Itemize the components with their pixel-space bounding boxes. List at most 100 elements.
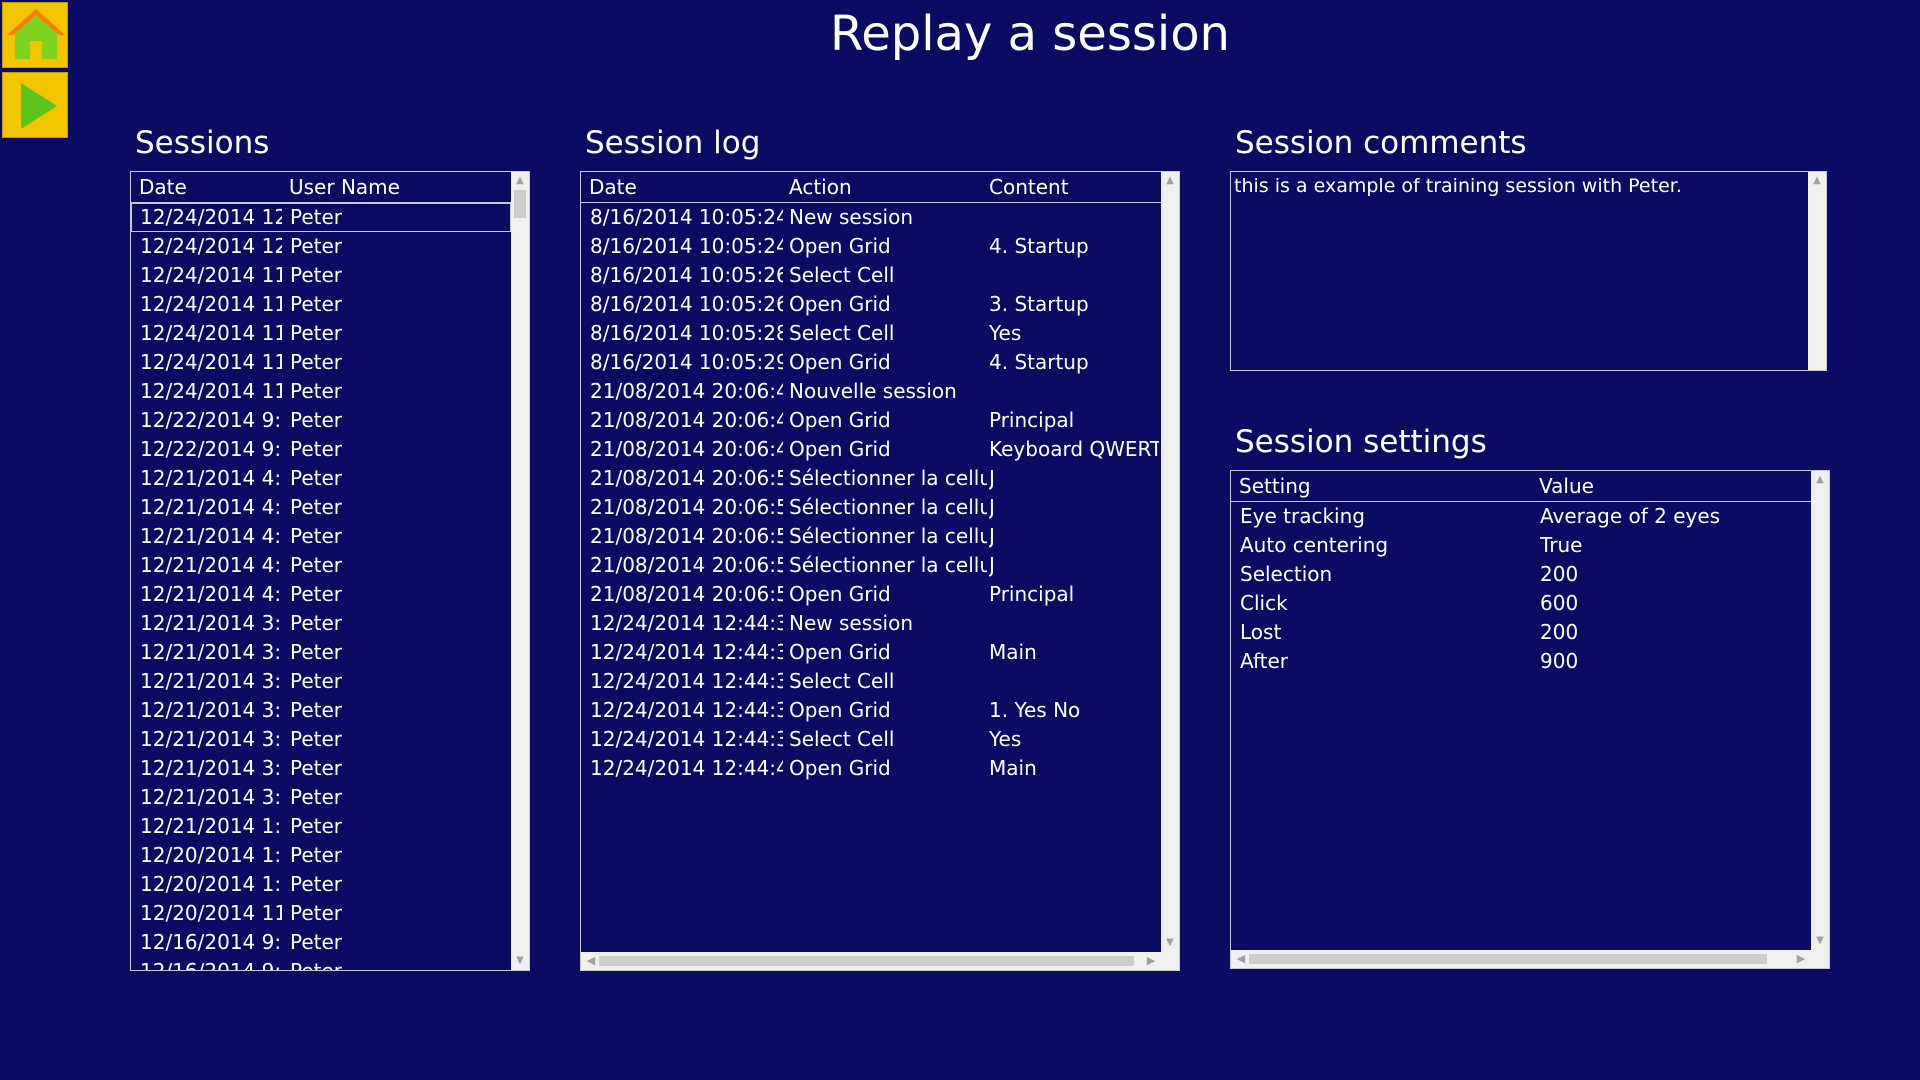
session-log-vertical-scrollbar[interactable]: ▲ ▼ [1161,172,1179,952]
session-settings-list[interactable]: Setting Value Eye tracking Average of 2 e… [1230,470,1830,969]
list-cell: Sélectionner la cellule [789,553,987,577]
scroll-down-arrow-icon[interactable]: ▼ [511,954,529,968]
list-cell: 12/21/2014 3:40 [140,698,282,722]
list-row[interactable]: 21/08/2014 20:06:48 Open Grid Keyboard QWE… [581,435,1161,464]
list-row[interactable]: 12/16/2014 9:16 Peter [131,957,511,971]
list-cell: Peter [290,553,343,577]
list-row[interactable]: 12/24/2014 11:2 Peter [131,261,511,290]
list-row[interactable]: Lost 200 [1231,618,1811,647]
list-row[interactable]: After 900 [1231,647,1811,676]
sessions-list[interactable]: Date User Name 12/24/2014 12:4Peter12/24… [130,171,530,971]
list-cell: Peter [290,263,343,287]
list-row[interactable]: 12/21/2014 3:45 Peter [131,667,511,696]
list-row[interactable]: 21/08/2014 20:06:47 Open Grid Principal [581,406,1161,435]
list-row[interactable]: 12/21/2014 3:39 Peter [131,725,511,754]
list-row[interactable]: 12/21/2014 4:36 Peter [131,551,511,580]
list-row[interactable]: 12/20/2014 11:1 Peter [131,899,511,928]
list-row[interactable]: 12/21/2014 3:40 Peter [131,696,511,725]
scroll-up-arrow-icon[interactable]: ▲ [511,174,529,188]
scroll-right-arrow-icon[interactable]: ▶ [1143,952,1159,970]
column-header-user-name[interactable]: User Name [289,172,400,202]
list-row[interactable]: 8/16/2014 10:05:26 PSelect Cell [581,261,1161,290]
session-log-horizontal-scrollbar[interactable]: ◀ ▶ [581,952,1161,970]
list-row[interactable]: 12/24/2014 12:44:31 Open Grid Main [581,638,1161,667]
scroll-up-arrow-icon[interactable]: ▲ [1808,174,1826,188]
session-settings-horizontal-scrollbar[interactable]: ◀ ▶ [1231,950,1811,968]
list-row[interactable]: 12/21/2014 3:47 Peter [131,638,511,667]
list-row[interactable]: 12/24/2014 11:2 Peter [131,348,511,377]
list-row[interactable]: 21/08/2014 20:06:55Sélectionner la cellu… [581,522,1161,551]
scroll-down-arrow-icon[interactable]: ▼ [1161,936,1179,950]
list-row[interactable]: 21/08/2014 20:06:56Sélectionner la cellu… [581,551,1161,580]
list-row[interactable]: 8/16/2014 10:05:29 POpen Grid 4. Startup [581,348,1161,377]
session-comments-box[interactable]: this is a example of training session wi… [1230,171,1827,371]
scroll-up-arrow-icon[interactable]: ▲ [1161,174,1179,188]
list-row[interactable]: 21/08/2014 20:06:53Sélectionner la cellu… [581,493,1161,522]
list-cell: 12/20/2014 1:42 [140,872,282,896]
scroll-thumb[interactable] [1249,954,1767,964]
list-row[interactable]: 12/24/2014 11:2 Peter [131,290,511,319]
list-row[interactable]: 12/22/2014 9:05 Peter [131,406,511,435]
scroll-up-arrow-icon[interactable]: ▲ [1811,473,1829,487]
list-row[interactable]: Auto centering True [1231,531,1811,560]
list-cell: Open Grid [789,698,891,722]
scroll-right-arrow-icon[interactable]: ▶ [1793,950,1809,968]
list-row[interactable]: 8/16/2014 10:05:24 POpen Grid 4. Startup [581,232,1161,261]
list-cell: 12/16/2014 9:16 [140,959,282,971]
scroll-thumb[interactable] [599,956,1134,966]
list-row[interactable]: 21/08/2014 20:06:58 Open Grid Principal [581,580,1161,609]
column-header-action[interactable]: Action [789,172,852,202]
list-row[interactable]: Click 600 [1231,589,1811,618]
scroll-down-arrow-icon[interactable]: ▼ [1811,934,1829,948]
list-row[interactable]: 12/21/2014 3:38 Peter [131,783,511,812]
list-cell: Peter [290,611,343,635]
sessions-vertical-scrollbar[interactable]: ▲ ▼ [511,172,529,970]
list-row[interactable]: 12/24/2014 12:44:31 New session [581,609,1161,638]
scroll-thumb[interactable] [514,190,526,218]
list-cell: 8/16/2014 10:05:24 P [590,234,783,258]
list-row[interactable]: 12/24/2014 12:44:38 Select Cell Yes [581,725,1161,754]
column-header-setting[interactable]: Setting [1239,471,1311,501]
list-row[interactable]: 8/16/2014 10:05:24 PNew session [581,203,1161,232]
list-cell: Sélectionner la cellule [789,466,987,490]
session-comments-text[interactable]: this is a example of training session wi… [1234,172,1806,200]
list-row[interactable]: Eye tracking Average of 2 eyes [1231,502,1811,531]
list-row[interactable]: 12/21/2014 4:36 Peter [131,522,511,551]
column-header-value[interactable]: Value [1539,471,1594,501]
list-row[interactable]: 12/24/2014 12:44:33 Open Grid 1. Yes No [581,696,1161,725]
sessions-header: Date User Name [131,172,511,203]
list-row[interactable]: 12/21/2014 4:37 Peter [131,464,511,493]
column-header-content[interactable]: Content [989,172,1069,202]
list-row[interactable]: 12/21/2014 3:38 Peter [131,754,511,783]
column-header-date[interactable]: Date [589,172,637,202]
list-row[interactable]: 12/20/2014 1:43 Peter [131,841,511,870]
play-button[interactable] [2,72,68,138]
list-row[interactable]: 12/24/2014 11:2 Peter [131,319,511,348]
list-row[interactable]: 12/16/2014 9:17 Peter [131,928,511,957]
list-cell: Peter [290,698,343,722]
list-row[interactable]: 12/24/2014 12:44:40 Open Grid Main [581,754,1161,783]
scroll-left-arrow-icon[interactable]: ◀ [1233,950,1249,968]
column-header-date[interactable]: Date [139,172,187,202]
list-row[interactable]: 21/08/2014 20:06:51Sélectionner la cellu… [581,464,1161,493]
list-row[interactable]: 12/24/2014 11:0 Peter [131,377,511,406]
list-row[interactable]: 12/24/2014 12:4 Peter [131,203,511,232]
list-row[interactable]: Selection 200 [1231,560,1811,589]
list-row[interactable]: 8/16/2014 10:05:28 PSelect Cell Yes [581,319,1161,348]
list-row[interactable]: 12/21/2014 3:49 Peter [131,609,511,638]
list-row[interactable]: 12/22/2014 9:04 Peter [131,435,511,464]
scrollbar-corner [1161,952,1179,970]
list-row[interactable]: 12/20/2014 1:42 Peter [131,870,511,899]
session-settings-vertical-scrollbar[interactable]: ▲ ▼ [1811,471,1829,950]
list-row[interactable]: 12/21/2014 1:46 Peter [131,812,511,841]
list-row[interactable]: 21/08/2014 20:06:47 Nouvelle session [581,377,1161,406]
list-row[interactable]: 12/21/2014 4:36 Peter [131,493,511,522]
session-comments-vertical-scrollbar[interactable]: ▲ [1808,172,1826,370]
list-row[interactable]: 12/24/2014 12:4 Peter [131,232,511,261]
list-row[interactable]: 12/24/2014 12:44:33 Select Cell [581,667,1161,696]
list-row[interactable]: 8/16/2014 10:05:26 POpen Grid 3. Startup [581,290,1161,319]
scroll-left-arrow-icon[interactable]: ◀ [583,952,599,970]
list-row[interactable]: 12/21/2014 4:36 Peter [131,580,511,609]
list-cell: Peter [290,901,343,925]
session-log-list[interactable]: Date Action Content 8/16/2014 10:05:24 P… [580,171,1180,971]
